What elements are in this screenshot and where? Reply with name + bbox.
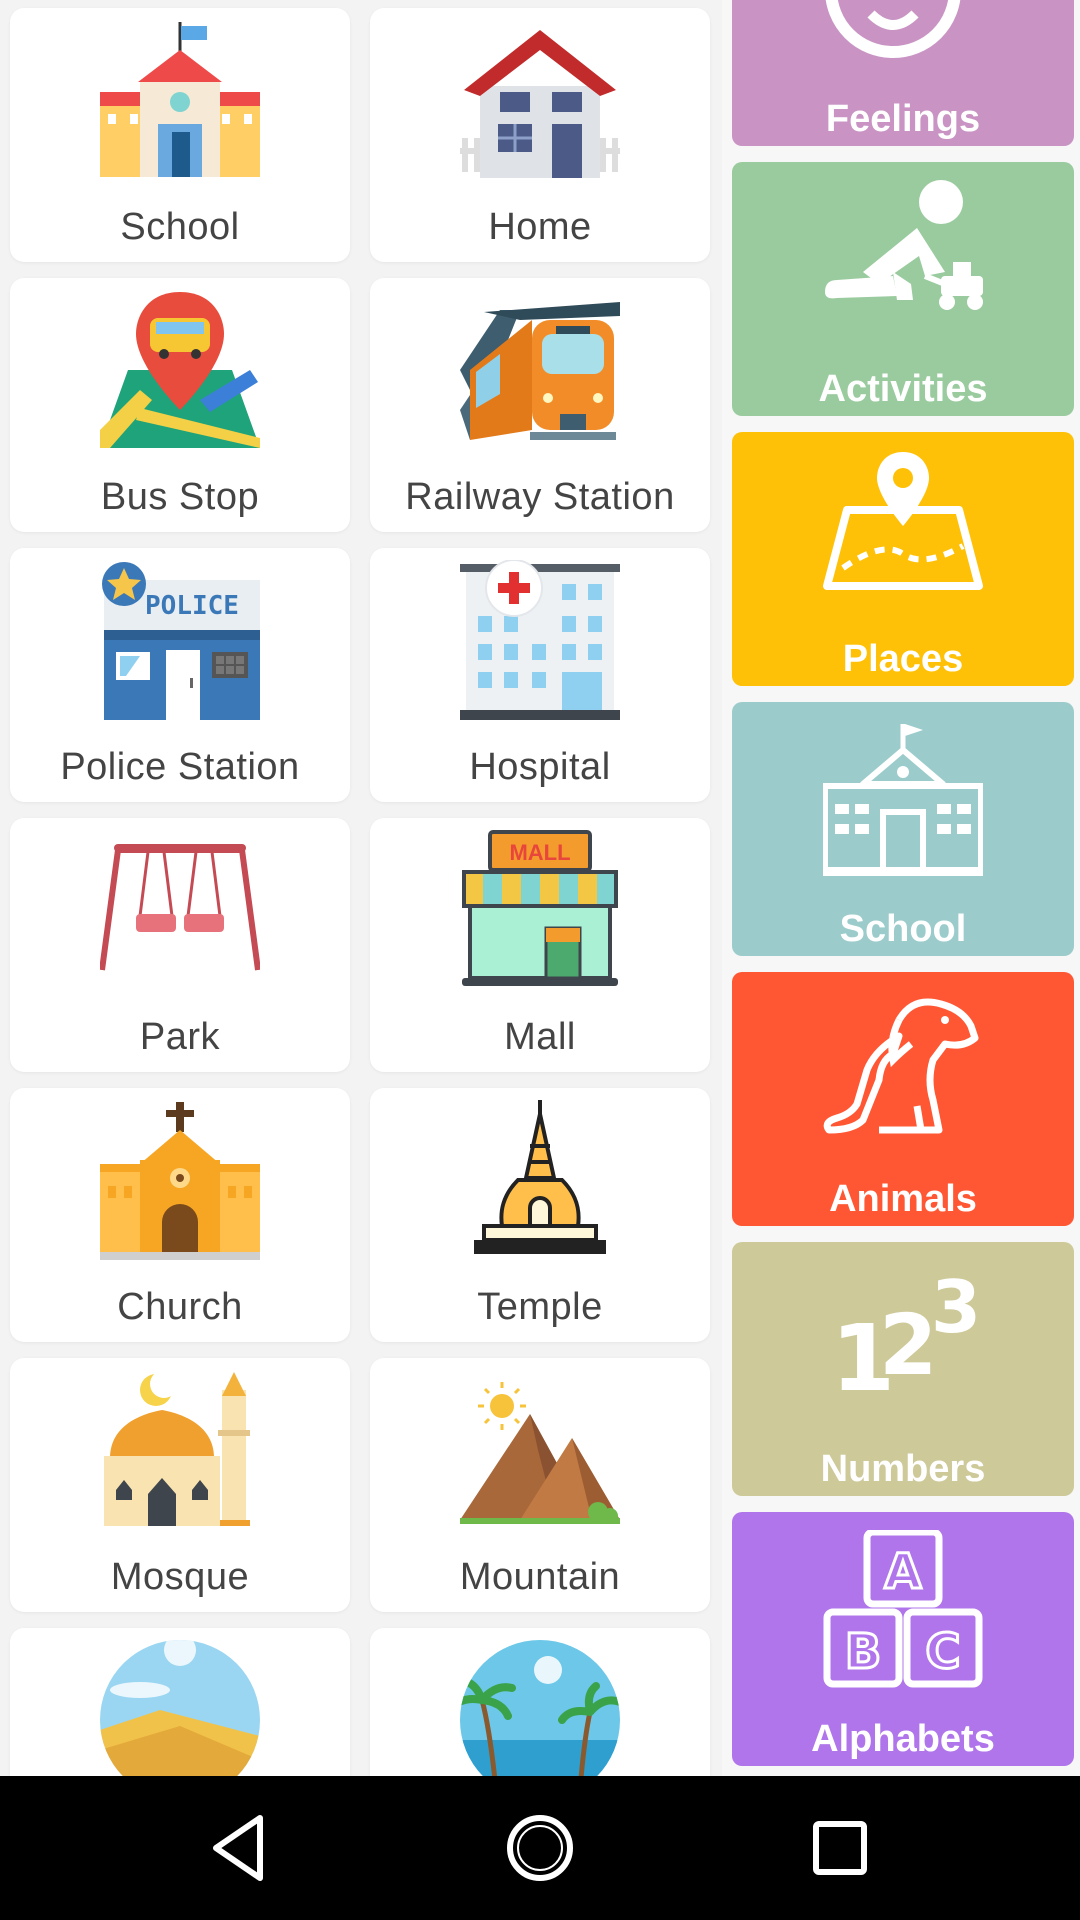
place-label: Mall: [504, 1016, 576, 1058]
train-icon: [460, 302, 620, 440]
place-tile-home[interactable]: Home: [370, 8, 710, 262]
place-tile-hospital[interactable]: Hospital: [370, 548, 710, 802]
bus-map-pin-icon: [100, 292, 260, 448]
school-building-icon: [100, 22, 260, 177]
home-circle-icon[interactable]: [500, 1808, 580, 1888]
place-tile-beach[interactable]: [370, 1628, 710, 1776]
category-label: Numbers: [820, 1448, 986, 1490]
alphabet-blocks-icon: A B C: [823, 1530, 983, 1688]
face-icon: [825, 0, 961, 58]
category-label: Places: [842, 638, 964, 680]
mountain-icon: [460, 1382, 620, 1524]
letter-a: A: [884, 1544, 921, 1600]
category-label: Alphabets: [811, 1718, 995, 1760]
mall-sign-text: MALL: [509, 840, 570, 865]
place-label: Church: [117, 1286, 243, 1328]
category-label: School: [839, 908, 967, 950]
school-outline-icon: [823, 724, 983, 876]
number-three: 3: [931, 1265, 981, 1349]
place-tile-desert[interactable]: [10, 1628, 350, 1776]
house-icon: [460, 30, 620, 178]
letter-c: C: [925, 1624, 960, 1680]
mall-icon: MALL: [462, 830, 618, 986]
category-feelings[interactable]: Feelings: [732, 0, 1074, 146]
swing-icon: [100, 844, 260, 971]
mosque-icon: [104, 1370, 250, 1526]
church-icon: [100, 1102, 260, 1260]
letter-b: B: [845, 1624, 882, 1680]
place-label: Mosque: [110, 1556, 250, 1598]
category-animals[interactable]: Animals: [732, 972, 1074, 1226]
category-sidebar: Feelings Activities Places School Animal…: [722, 0, 1080, 1776]
place-label: Temple: [477, 1286, 603, 1328]
places-grid: School Home Bus Stop Railway Station POL…: [0, 0, 722, 1776]
place-label: Bus Stop: [100, 476, 260, 518]
place-tile-mountain[interactable]: Mountain: [370, 1358, 710, 1612]
place-tile-railway-station[interactable]: Railway Station: [370, 278, 710, 532]
category-alphabets[interactable]: A B C Alphabets: [732, 1512, 1074, 1766]
place-tile-police-station[interactable]: POLICE Police Station: [10, 548, 350, 802]
place-label: Hospital: [469, 746, 611, 788]
place-label: Railway Station: [405, 476, 675, 518]
number-two: 2: [879, 1296, 937, 1394]
place-tile-temple[interactable]: Temple: [370, 1088, 710, 1342]
navigation-bar: [0, 1776, 1080, 1920]
recents-icon[interactable]: [800, 1808, 880, 1888]
place-label: School: [120, 206, 240, 248]
temple-icon: [474, 1100, 606, 1254]
category-places[interactable]: Places: [732, 432, 1074, 686]
police-sign-text: POLICE: [145, 591, 239, 621]
category-school[interactable]: School: [732, 702, 1074, 956]
place-label: Home: [488, 206, 592, 248]
map-pin-icon: [823, 452, 983, 590]
beach-icon: [460, 1640, 620, 1776]
numbers-icon: 1 2 3: [831, 1265, 981, 1412]
desert-icon: [100, 1640, 260, 1776]
back-icon[interactable]: [200, 1808, 280, 1888]
place-tile-school[interactable]: School: [10, 8, 350, 262]
dog-icon: [823, 998, 979, 1134]
category-numbers[interactable]: 1 2 3 Numbers: [732, 1242, 1074, 1496]
category-label: Activities: [818, 368, 988, 410]
category-activities[interactable]: Activities: [732, 162, 1074, 416]
place-label: Park: [139, 1016, 221, 1058]
place-tile-mosque[interactable]: Mosque: [10, 1358, 350, 1612]
child-playing-icon: [825, 180, 983, 310]
place-tile-park[interactable]: Park: [10, 818, 350, 1072]
place-label: Police Station: [60, 746, 300, 788]
category-label: Animals: [829, 1178, 977, 1220]
category-label: Feelings: [825, 98, 981, 140]
place-tile-church[interactable]: Church: [10, 1088, 350, 1342]
place-tile-mall[interactable]: MALL Mall: [370, 818, 710, 1072]
place-tile-bus-stop[interactable]: Bus Stop: [10, 278, 350, 532]
place-label: Mountain: [459, 1556, 621, 1598]
hospital-icon: [460, 560, 620, 720]
police-building-icon: POLICE: [102, 562, 260, 720]
